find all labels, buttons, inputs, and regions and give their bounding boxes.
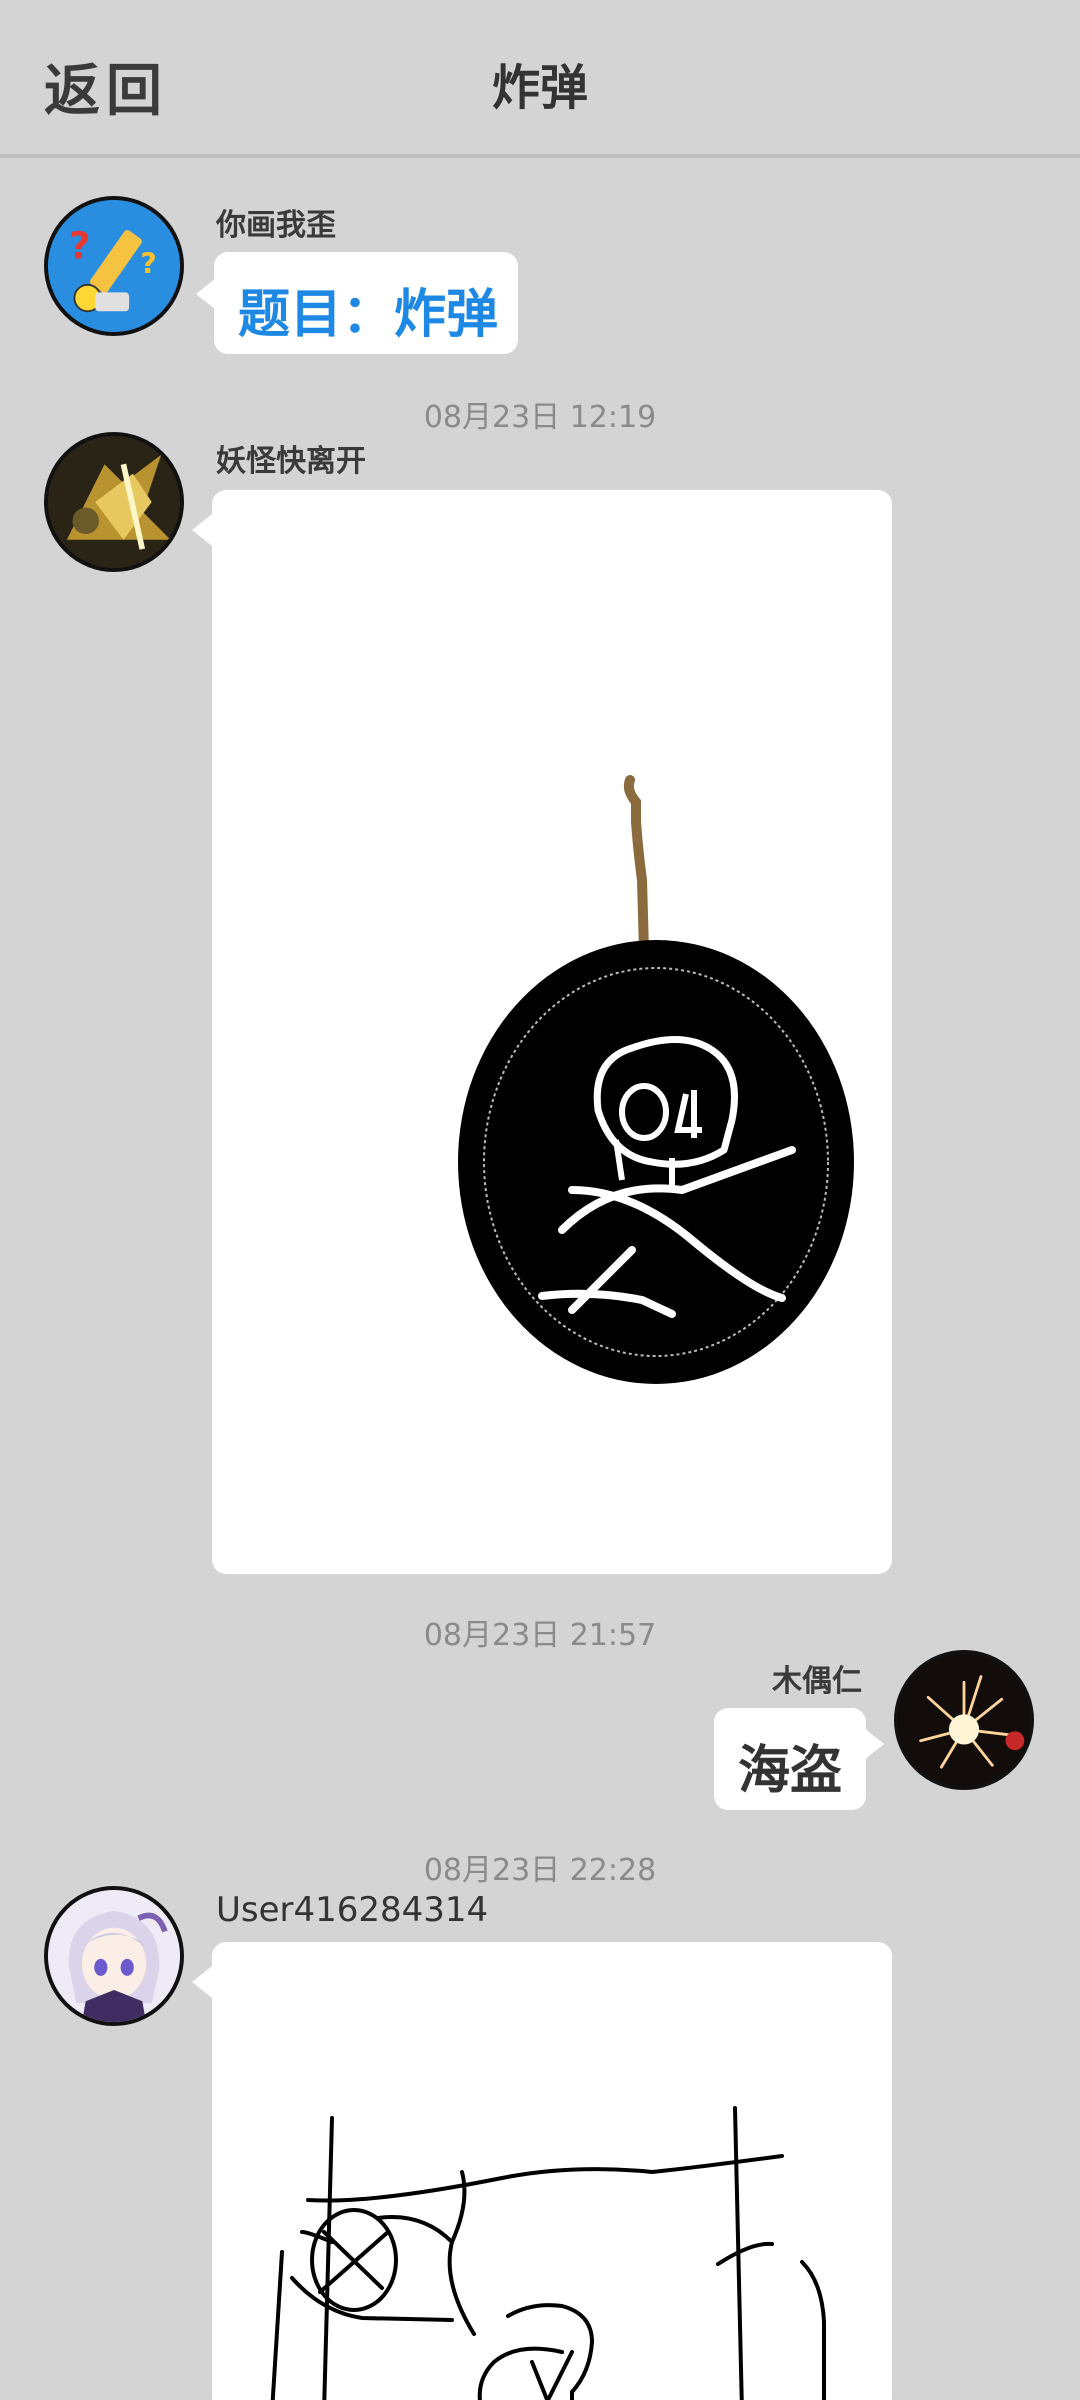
sketch-drawing xyxy=(270,2106,826,2400)
sender-name: 妖怪快离开 xyxy=(216,444,366,479)
message-bubble-drawing[interactable] xyxy=(212,1942,892,2400)
golden-character-avatar xyxy=(48,436,180,568)
firework-avatar xyxy=(898,1654,1030,1786)
message-bubble-answer[interactable]: 海盗 xyxy=(714,1708,866,1810)
timestamp: 08月23日 21:57 xyxy=(423,1618,657,1653)
bubble-tail xyxy=(192,514,212,546)
header-bar: 返回 炸弹 xyxy=(0,0,1080,154)
anime-girl-avatar xyxy=(48,1890,180,2022)
sender-name: 你画我歪 xyxy=(216,208,336,243)
bubble-tail xyxy=(196,278,216,310)
message-bubble-drawing[interactable] xyxy=(212,490,892,1574)
avatar-self[interactable] xyxy=(894,1650,1034,1790)
topic-text: 题目：炸弹 xyxy=(238,285,499,345)
pencil-question-icon: ? ? xyxy=(48,200,180,332)
page-title: 炸弹 xyxy=(491,60,588,116)
sender-name: 木偶仁 xyxy=(772,1664,862,1699)
sender-name: User416284314 xyxy=(216,1890,489,1930)
answer-text: 海盗 xyxy=(738,1741,843,1801)
bomb-with-skull-drawing xyxy=(458,775,854,1384)
chat-screen: 返回 炸弹 ? ? 你画我歪 题目：炸弹 08月23日 12:19 妖怪快离开 xyxy=(0,0,1080,2400)
avatar-game-bot[interactable]: ? ? xyxy=(44,196,184,336)
avatar-user-2[interactable] xyxy=(44,432,184,572)
bubble-tail xyxy=(864,1728,884,1760)
timestamp: 08月23日 12:19 xyxy=(423,400,657,435)
svg-text:?: ? xyxy=(69,223,91,267)
bubble-tail xyxy=(192,1966,212,1998)
header-divider xyxy=(0,154,1080,158)
svg-text:?: ? xyxy=(140,248,156,281)
avatar-user-4[interactable] xyxy=(44,1886,184,2026)
timestamp: 08月23日 22:28 xyxy=(423,1853,657,1888)
message-bubble-topic[interactable]: 题目：炸弹 xyxy=(214,252,518,354)
